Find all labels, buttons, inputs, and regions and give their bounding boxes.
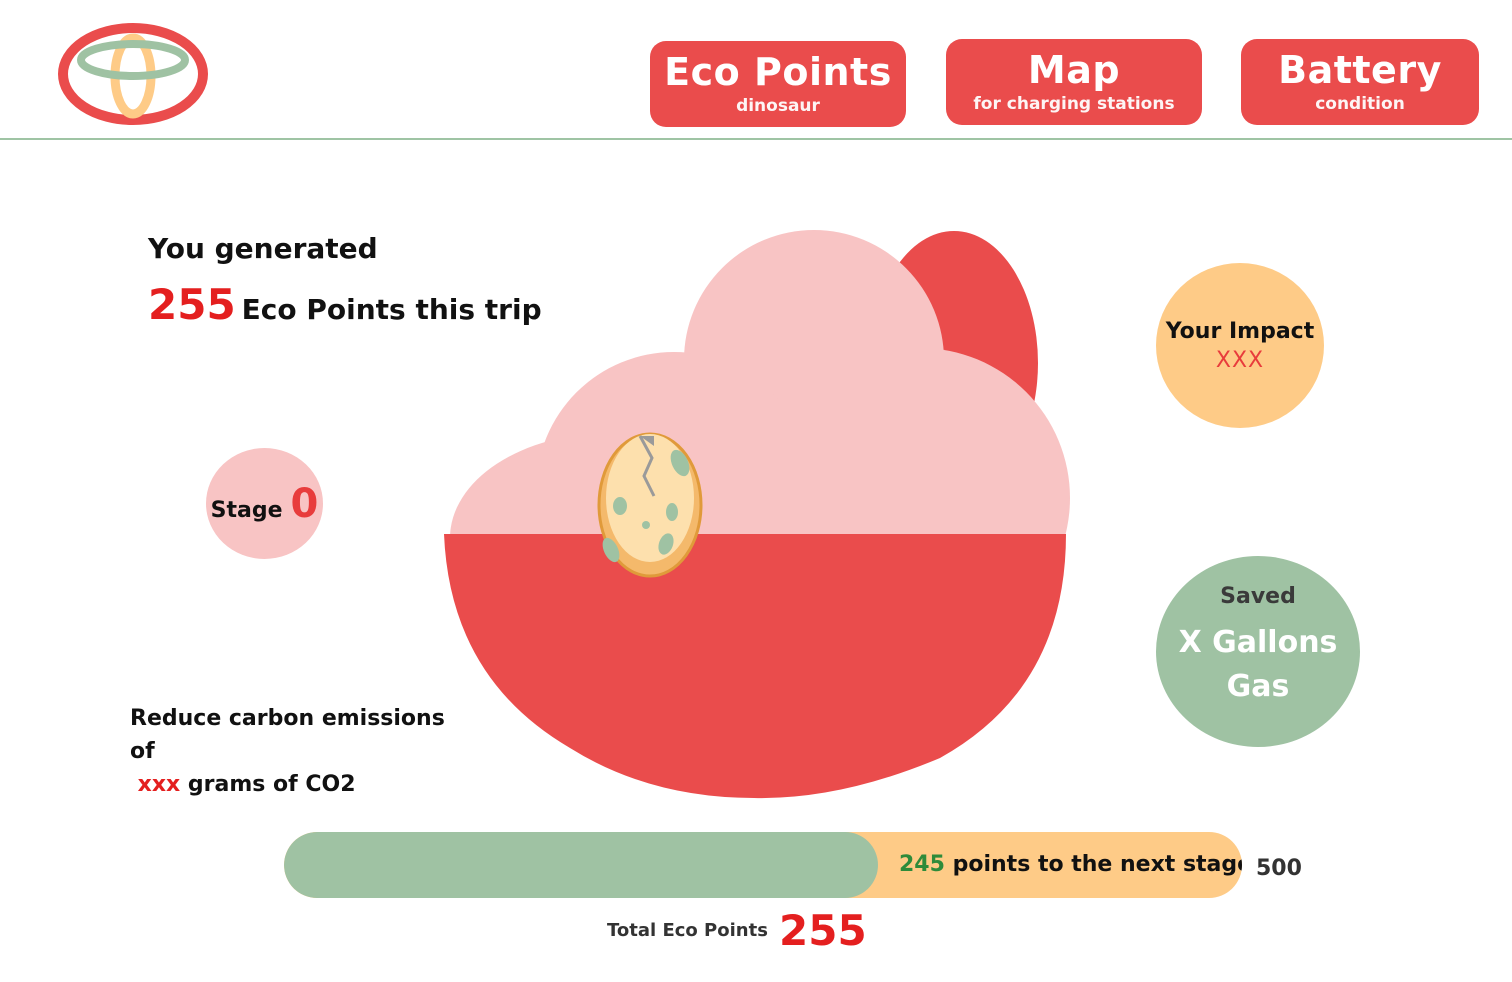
impact-value: XXX xyxy=(1215,347,1265,373)
reduce-amount: xxx xyxy=(137,772,181,797)
header-divider xyxy=(0,138,1512,140)
saved-label: Saved xyxy=(1220,584,1296,609)
saved-badge: Saved X Gallons Gas xyxy=(1156,556,1360,747)
eco-points-progress-bar: 245 points to the next stage xyxy=(284,832,1242,898)
progress-text: 245 points to the next stage xyxy=(899,832,1242,898)
brand-logo-icon[interactable] xyxy=(56,20,210,128)
nav-eco-points-title: Eco Points xyxy=(664,50,892,94)
total-label: Total Eco Points xyxy=(607,920,768,941)
progress-fill xyxy=(284,832,878,898)
impact-label: Your Impact xyxy=(1165,318,1315,344)
stage-label: Stage xyxy=(210,498,283,523)
reduce-text: Reduce carbon emissions of xyxy=(130,706,445,764)
nav-battery-sub: condition xyxy=(1315,94,1405,114)
nav-battery-title: Battery xyxy=(1278,48,1442,92)
stage-value: 0 xyxy=(290,480,319,527)
nav-battery-button[interactable]: Battery condition xyxy=(1241,39,1479,125)
nav-eco-points-button[interactable]: Eco Points dinosaur xyxy=(650,41,906,127)
nav-eco-points-sub: dinosaur xyxy=(736,96,820,116)
nav-map-button[interactable]: Map for charging stations xyxy=(946,39,1202,125)
carbon-reduction-text: Reduce carbon emissions of xxx grams of … xyxy=(130,702,470,801)
dinosaur-nest-illustration xyxy=(444,230,1070,799)
trip-points-value: 255 xyxy=(148,280,236,329)
reduce-unit: grams of CO2 xyxy=(187,772,356,797)
stage-badge: Stage 0 xyxy=(206,448,323,559)
saved-value: X Gallons Gas xyxy=(1178,625,1338,704)
points-remaining: 245 xyxy=(899,852,945,877)
dinosaur-egg-icon xyxy=(597,432,703,578)
nav-map-sub: for charging stations xyxy=(973,94,1175,114)
progress-max: 500 xyxy=(1256,856,1302,881)
points-remaining-text: points to the next stage xyxy=(952,852,1242,877)
impact-badge[interactable]: Your Impact XXX xyxy=(1156,263,1324,428)
nav-map-title: Map xyxy=(1027,48,1121,92)
total-eco-points: Total Eco Points 255 xyxy=(607,906,867,955)
total-value: 255 xyxy=(779,906,867,955)
generated-label: You generated xyxy=(148,232,378,265)
